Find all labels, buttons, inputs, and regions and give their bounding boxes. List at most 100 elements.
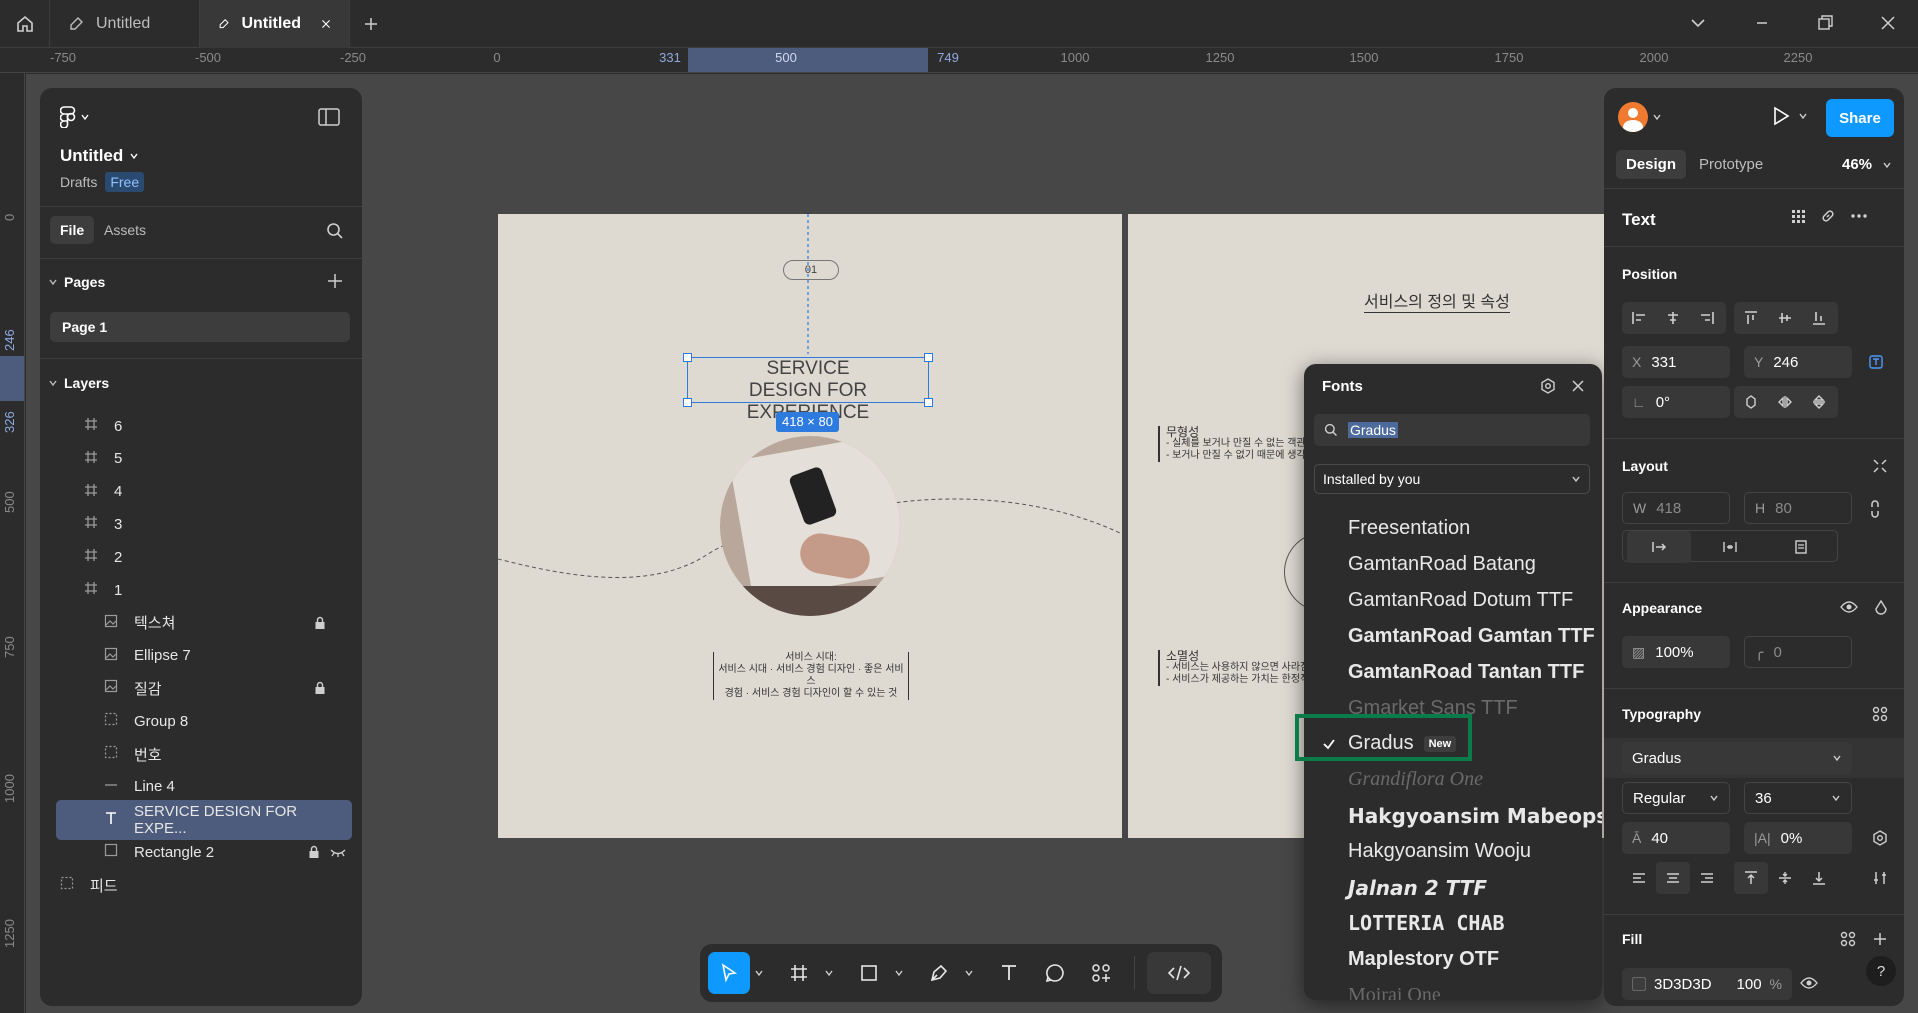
layers-header[interactable]: Layers (48, 375, 109, 391)
font-option[interactable]: Hakgyoansim Wooju (1304, 834, 1602, 869)
text-align-center-button[interactable] (1656, 862, 1690, 894)
align-top-button[interactable] (1734, 302, 1768, 334)
rotation-field[interactable]: ∟ 0° (1622, 386, 1730, 418)
text-align-left-button[interactable] (1622, 862, 1656, 894)
add-page-button[interactable] (326, 272, 344, 290)
pen-tool[interactable] (918, 952, 960, 994)
text-tool[interactable] (988, 952, 1030, 994)
type-settings-button[interactable] (1872, 870, 1888, 886)
drop-icon[interactable] (1874, 600, 1888, 616)
rectangle-tool[interactable] (848, 952, 890, 994)
constraints-button[interactable] (1868, 354, 1884, 370)
x-value[interactable]: 331 (1651, 354, 1676, 371)
eye-icon[interactable] (1840, 600, 1858, 614)
opacity-value[interactable]: 100% (1655, 644, 1693, 661)
font-size-field[interactable]: 36 (1744, 782, 1852, 814)
width-value[interactable]: 418 (1656, 500, 1681, 517)
layer-item[interactable]: 피드 (40, 865, 362, 905)
zoom-dropdown[interactable]: 46% (1842, 156, 1892, 173)
font-family-dropdown[interactable]: Gradus (1622, 742, 1852, 774)
align-middle-button[interactable] (1768, 302, 1802, 334)
constrain-proportions-button[interactable] (1868, 500, 1882, 518)
assets-tab[interactable]: Assets (104, 222, 146, 238)
frame-tool[interactable] (778, 952, 820, 994)
height-field[interactable]: H 80 (1744, 492, 1852, 524)
styles-icon[interactable] (1840, 931, 1856, 947)
flip-vertical-button[interactable] (1802, 386, 1836, 418)
text-align-right-button[interactable] (1690, 862, 1724, 894)
pages-header[interactable]: Pages (48, 274, 105, 290)
restore-button[interactable] (1815, 13, 1839, 35)
auto-height-button[interactable] (1698, 531, 1762, 563)
chevron-down-icon[interactable] (754, 968, 764, 978)
home-button[interactable] (0, 0, 50, 48)
rotation-value[interactable]: 0° (1656, 394, 1670, 411)
layout-collapse-button[interactable] (1872, 458, 1888, 474)
plus-icon[interactable] (1872, 931, 1888, 947)
close-fonts-button[interactable] (1570, 378, 1586, 394)
align-left-button[interactable] (1622, 302, 1656, 334)
font-weight-dropdown[interactable]: Regular (1622, 782, 1730, 814)
text-align-middle-button[interactable] (1768, 862, 1802, 894)
font-option[interactable]: Freesentation (1304, 511, 1602, 546)
toggle-sidebar-button[interactable] (318, 108, 340, 126)
page-item[interactable]: Page 1 (50, 312, 350, 342)
chevron-down-icon[interactable] (824, 968, 834, 978)
file-tab[interactable]: File (50, 216, 95, 244)
selected-text-box[interactable]: SERVICE DESIGN FOR EXPERIENCE (683, 353, 933, 423)
rotate-button[interactable] (1734, 386, 1768, 418)
close-window-button[interactable] (1878, 13, 1902, 35)
comment-tool[interactable] (1034, 952, 1076, 994)
resize-handle[interactable] (683, 398, 692, 407)
corner-radius-field[interactable]: ╭ 0 (1744, 636, 1852, 668)
minimize-button[interactable] (1752, 13, 1776, 35)
font-filter-dropdown[interactable]: Installed by you (1314, 464, 1590, 494)
font-option[interactable]: Maplestory OTF (1304, 942, 1602, 977)
resize-handle[interactable] (683, 353, 692, 362)
fixed-size-button[interactable] (1769, 531, 1833, 563)
file-name-button[interactable]: Untitled (60, 146, 139, 166)
main-menu-button[interactable] (60, 106, 90, 128)
font-option[interactable]: Moirai One (1304, 978, 1602, 1000)
actions-tool[interactable] (1080, 952, 1122, 994)
y-field[interactable]: Y 246 (1744, 346, 1852, 378)
grid-icon[interactable] (1790, 208, 1806, 224)
font-option[interactable]: Grandiflora One (1304, 762, 1602, 797)
font-option[interactable]: GamtanRoad Gamtan TTF (1304, 619, 1602, 654)
hidden-eye-icon[interactable] (330, 847, 346, 858)
font-search-field[interactable]: Gradus (1314, 414, 1590, 446)
tab-file-2[interactable]: Untitled (200, 0, 350, 48)
present-button[interactable] (1772, 106, 1808, 126)
corner-radius-value[interactable]: 0 (1773, 644, 1781, 661)
font-option[interactable]: Jalnan 2 TTF (1304, 870, 1602, 905)
opacity-field[interactable]: ▨ 100% (1622, 636, 1730, 668)
photo-ellipse[interactable] (720, 436, 900, 616)
lock-icon[interactable] (314, 681, 326, 695)
fill-hex[interactable]: 3D3D3D (1654, 976, 1729, 993)
lock-icon[interactable] (314, 616, 326, 630)
font-size-value[interactable]: 36 (1755, 790, 1772, 807)
tabs-dropdown-button[interactable] (1688, 13, 1712, 35)
letter-spacing-field[interactable]: |A| 0% (1744, 822, 1852, 854)
letter-spacing-value[interactable]: 0% (1781, 830, 1803, 847)
help-button[interactable]: ? (1866, 956, 1896, 986)
frame-1[interactable]: 01 SERVICE DESIGN FOR EXPERIENCE 418 × 8… (498, 214, 1122, 838)
auto-width-button[interactable] (1626, 531, 1691, 563)
fill-opacity[interactable]: 100 (1737, 976, 1762, 993)
chevron-down-icon[interactable] (964, 968, 974, 978)
align-right-button[interactable] (1690, 302, 1724, 334)
height-value[interactable]: 80 (1775, 500, 1792, 517)
resize-handle[interactable] (924, 398, 933, 407)
share-button[interactable]: Share (1826, 99, 1894, 137)
font-option[interactable]: GamtanRoad Tantan TTF (1304, 655, 1602, 690)
file-location[interactable]: Drafts (60, 174, 97, 190)
search-layers-button[interactable] (326, 222, 344, 240)
y-value[interactable]: 246 (1773, 354, 1798, 371)
fill-swatch[interactable] (1632, 977, 1646, 991)
text-align-bottom-button[interactable] (1802, 862, 1836, 894)
font-option[interactable]: Hakgyoansim Mabeopsa (1304, 798, 1602, 833)
font-option[interactable]: GamtanRoad Dotum TTF (1304, 583, 1602, 618)
font-search-input[interactable]: Gradus (1348, 422, 1398, 438)
align-bottom-button[interactable] (1802, 302, 1836, 334)
tab-prototype[interactable]: Prototype (1699, 156, 1763, 173)
